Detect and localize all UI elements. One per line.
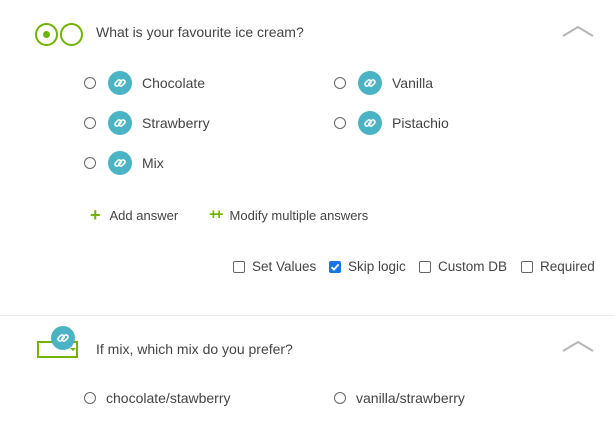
- required-label: Required: [540, 259, 595, 274]
- answer-option[interactable]: chocolate/stawberry: [84, 390, 231, 406]
- caret-down-icon: [70, 348, 76, 351]
- answer-label: vanilla/strawberry: [356, 390, 465, 406]
- link-icon[interactable]: [108, 71, 132, 95]
- custom-db-option[interactable]: Custom DB: [419, 259, 507, 274]
- radio-button[interactable]: [84, 392, 96, 404]
- answer-option[interactable]: Pistachio: [334, 111, 449, 135]
- radio-choice-icon[interactable]: [35, 23, 85, 47]
- radio-button[interactable]: [334, 117, 346, 129]
- plus-multiple-icon: ++: [209, 206, 223, 223]
- link-icon[interactable]: [108, 111, 132, 135]
- question-title[interactable]: What is your favourite ice cream?: [96, 24, 304, 40]
- radio-button[interactable]: [84, 117, 96, 129]
- add-answer-label: Add answer: [109, 207, 179, 223]
- radio-button[interactable]: [334, 77, 346, 89]
- answer-option[interactable]: Mix: [84, 151, 164, 175]
- chevron-up-icon[interactable]: [562, 339, 594, 353]
- answer-option[interactable]: Strawberry: [84, 111, 210, 135]
- radio-button[interactable]: [84, 77, 96, 89]
- chevron-up-icon[interactable]: [562, 24, 594, 38]
- answer-option[interactable]: Chocolate: [84, 71, 205, 95]
- skip-logic-checkbox[interactable]: [329, 260, 341, 273]
- radio-empty-circle: [60, 23, 83, 46]
- link-icon[interactable]: [358, 111, 382, 135]
- answer-option[interactable]: vanilla/strawberry: [334, 390, 465, 406]
- skip-logic-label: Skip logic: [348, 259, 406, 274]
- dropdown-choice-icon[interactable]: [37, 326, 81, 362]
- required-option[interactable]: Required: [521, 259, 595, 274]
- radio-button[interactable]: [334, 392, 346, 404]
- custom-db-checkbox[interactable]: [419, 260, 431, 273]
- radio-button[interactable]: [84, 157, 96, 169]
- set-values-option[interactable]: Set Values: [233, 259, 316, 274]
- answer-label: Strawberry: [142, 115, 210, 131]
- answer-label: Pistachio: [392, 115, 449, 131]
- link-icon[interactable]: [51, 326, 75, 350]
- skip-logic-option[interactable]: Skip logic: [329, 259, 406, 274]
- answer-label: chocolate/stawberry: [106, 390, 231, 406]
- answer-label: Mix: [142, 155, 164, 171]
- question-title[interactable]: If mix, which mix do you prefer?: [96, 341, 293, 357]
- add-answer-button[interactable]: + Add answer: [90, 206, 178, 224]
- custom-db-label: Custom DB: [438, 259, 508, 274]
- answer-label: Chocolate: [142, 75, 206, 91]
- answer-label: Vanilla: [392, 75, 433, 91]
- question-card-1: What is your favourite ice cream? Chocol…: [0, 0, 614, 315]
- required-checkbox[interactable]: [521, 260, 533, 273]
- answer-option[interactable]: Vanilla: [334, 71, 433, 95]
- modify-multiple-label: Modify multiple answers: [229, 207, 369, 223]
- link-icon[interactable]: [108, 151, 132, 175]
- plus-icon: +: [90, 205, 101, 225]
- question-card-2: If mix, which mix do you prefer? chocola…: [0, 316, 614, 423]
- modify-multiple-answers-button[interactable]: ++ Modify multiple answers: [209, 206, 368, 224]
- set-values-checkbox[interactable]: [233, 260, 245, 273]
- link-icon[interactable]: [358, 71, 382, 95]
- set-values-label: Set Values: [252, 259, 317, 274]
- radio-selected-circle: [35, 23, 58, 46]
